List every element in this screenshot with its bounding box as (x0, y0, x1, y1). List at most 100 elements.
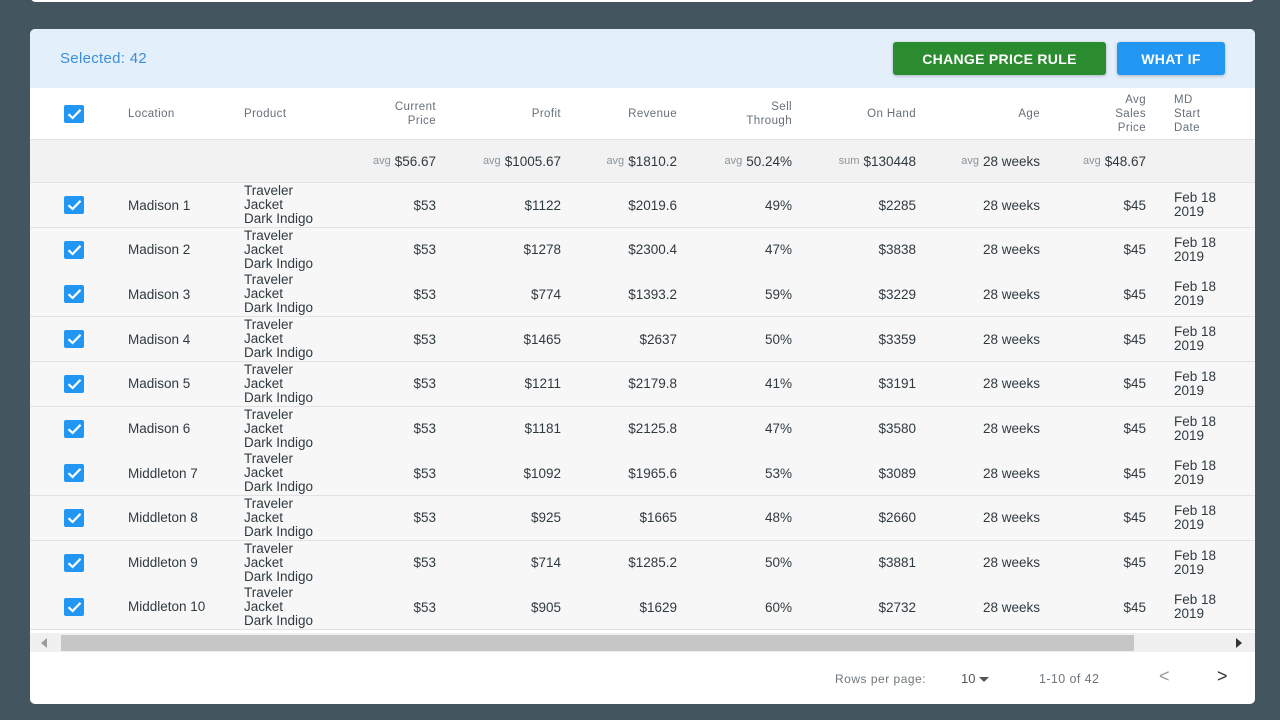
cell-md-text: Feb 18 2019 (1174, 593, 1216, 621)
row-checkbox[interactable] (64, 508, 84, 527)
column-header-age[interactable]: Age (920, 88, 1040, 139)
column-header-product[interactable]: Product (244, 88, 359, 139)
column-header-md[interactable]: MD Start Date (1174, 88, 1252, 139)
cell-product-line: Dark Indigo (244, 255, 314, 271)
column-header-avgsales[interactable]: Avg Sales Price (1042, 88, 1146, 139)
cell-md-line: 2019 (1174, 382, 1205, 398)
change-price-rule-button[interactable]: CHANGE PRICE RULE (893, 42, 1106, 75)
row-checkbox[interactable] (64, 374, 84, 393)
table-header-row: Location Product Current Price Profit Revenue… (30, 88, 1255, 140)
cell-product-text: Traveler Jacket Dark Indigo (244, 407, 313, 450)
cell-onhand-text: $2660 (878, 510, 916, 526)
cell-md-line: Feb 18 (1174, 279, 1217, 295)
cell-price: $53 (360, 541, 436, 585)
scroll-thumb[interactable] (61, 635, 1134, 651)
cell-price-text: $53 (413, 242, 436, 258)
column-header-location-text: Location (128, 107, 175, 121)
cell-location: Middleton 7 (128, 451, 240, 495)
cell-product-line: Traveler (244, 451, 294, 467)
cell-md-text: Feb 18 2019 (1174, 548, 1216, 577)
cell-revenue: $1393.2 (565, 272, 677, 316)
column-header-product-text: Product (244, 107, 286, 121)
cell-price-text: $53 (413, 376, 436, 392)
table-row[interactable]: Madison 5 Traveler Jacket Dark Indigo $53 $12… (30, 361, 1255, 407)
table-row[interactable]: Madison 2 Traveler Jacket Dark Indigo $53 $12… (30, 227, 1255, 273)
checkmark-icon (67, 423, 81, 435)
table-row[interactable]: Madison 1 Traveler Jacket Dark Indigo $53 $11… (30, 183, 1255, 228)
cell-age: 28 weeks (920, 362, 1040, 406)
summary-row: avg $56.67 avg $1005.67 avg $1810.2 avg 50.24% s… (30, 140, 1255, 183)
table-row[interactable]: Middleton 8 Traveler Jacket Dark Indigo $53 $… (30, 495, 1255, 541)
checkmark-icon (67, 378, 81, 390)
cell-age-text: 28 weeks (982, 555, 1040, 571)
cell-md-line: Feb 18 (1174, 324, 1217, 340)
chevron-left-icon[interactable]: < (1159, 666, 1170, 687)
table-row[interactable]: Madison 3 Traveler Jacket Dark Indigo $53 $77… (30, 272, 1255, 318)
chevron-right-icon[interactable]: > (1217, 666, 1228, 687)
column-header-profit[interactable]: Profit (440, 88, 561, 139)
what-if-button[interactable]: WHAT IF (1117, 42, 1225, 75)
column-header-md-text: MD Start Date (1174, 93, 1200, 135)
caret-down-icon[interactable] (979, 677, 989, 682)
cell-revenue-text: $2300.4 (628, 242, 677, 258)
table-row[interactable]: Madison 6 Traveler Jacket Dark Indigo $53 $11… (30, 406, 1255, 452)
column-header-sell[interactable]: Sell Through (680, 88, 792, 139)
table-row[interactable]: Middleton 9 Traveler Jacket Dark Indigo $53 $… (30, 540, 1255, 586)
cell-md-text: Feb 18 2019 (1174, 369, 1216, 398)
column-header-revenue[interactable]: Revenue (565, 88, 677, 139)
cell-md: Feb 18 2019 (1174, 407, 1252, 451)
cell-product-text: Traveler Jacket Dark Indigo (244, 452, 313, 494)
table-row[interactable]: Middleton 10 Traveler Jacket Dark Indigo $53… (30, 585, 1255, 631)
cell-age-text: 28 weeks (982, 286, 1040, 302)
data-grid-card: Selected: 42 CHANGE PRICE RULE WHAT IF L… (30, 29, 1255, 704)
row-checkbox[interactable] (64, 598, 84, 617)
cell-md-text: Feb 18 2019 (1174, 280, 1216, 308)
cell-product-text: Traveler Jacket Dark Indigo (244, 273, 313, 315)
table-row[interactable]: Middleton 7 Traveler Jacket Dark Indigo $53 $… (30, 451, 1255, 497)
cell-revenue: $2125.8 (565, 407, 677, 451)
summary-agg-label: avg (724, 155, 743, 167)
row-checkbox[interactable] (64, 553, 84, 572)
cell-onhand: $3191 (795, 362, 916, 406)
row-checkbox[interactable] (64, 464, 84, 483)
scroll-left-arrow-icon[interactable] (41, 638, 47, 648)
cell-sell-text: 48% (764, 510, 792, 526)
cell-price-text: $53 (413, 286, 436, 302)
cell-avgsales-text: $45 (1123, 331, 1146, 347)
select-all-checkbox[interactable] (64, 105, 84, 123)
column-header-price[interactable]: Current Price (360, 88, 436, 139)
cell-product: Traveler Jacket Dark Indigo (244, 228, 359, 272)
row-checkbox[interactable] (64, 196, 84, 214)
horizontal-scrollbar[interactable] (30, 633, 1255, 652)
cell-age-text: 28 weeks (982, 242, 1040, 258)
cell-profit-text: $1092 (523, 465, 561, 481)
cell-revenue-text: $1965.6 (628, 465, 677, 481)
column-header-sell-line: Sell (771, 100, 792, 113)
row-checkbox[interactable] (64, 240, 84, 259)
cell-age: 28 weeks (920, 496, 1040, 540)
cell-age-text: 28 weeks (982, 376, 1040, 392)
cell-location: Madison 2 (128, 228, 240, 272)
cell-revenue-text: $1393.2 (628, 286, 677, 302)
row-checkbox[interactable] (64, 285, 84, 304)
cell-profit-text: $1211 (524, 376, 561, 392)
cell-onhand: $3089 (795, 451, 916, 495)
row-checkbox[interactable] (64, 419, 84, 438)
cell-md-line: Feb 18 (1174, 592, 1217, 608)
scroll-right-arrow-icon[interactable] (1236, 638, 1242, 648)
rows-per-page-select[interactable]: 10 (961, 671, 975, 686)
column-header-location[interactable]: Location (128, 88, 240, 139)
pagination-range: 1-10 of 42 (1039, 672, 1100, 686)
selected-count: Selected: 42 (60, 50, 147, 67)
table-row[interactable]: Madison 4 Traveler Jacket Dark Indigo $53 $14… (30, 317, 1255, 363)
cell-md-text: Feb 18 2019 (1174, 235, 1216, 264)
cell-age: 28 weeks (920, 585, 1040, 629)
cell-sell: 60% (680, 585, 792, 629)
selection-toolbar: Selected: 42 CHANGE PRICE RULE WHAT IF (30, 29, 1255, 88)
cell-age-text: 28 weeks (982, 510, 1040, 526)
cell-sell: 47% (680, 228, 792, 272)
row-checkbox[interactable] (64, 330, 84, 349)
summary-value: 50.24% (746, 153, 792, 169)
cell-onhand-text: $2732 (878, 599, 916, 615)
column-header-onhand[interactable]: On Hand (795, 88, 916, 139)
